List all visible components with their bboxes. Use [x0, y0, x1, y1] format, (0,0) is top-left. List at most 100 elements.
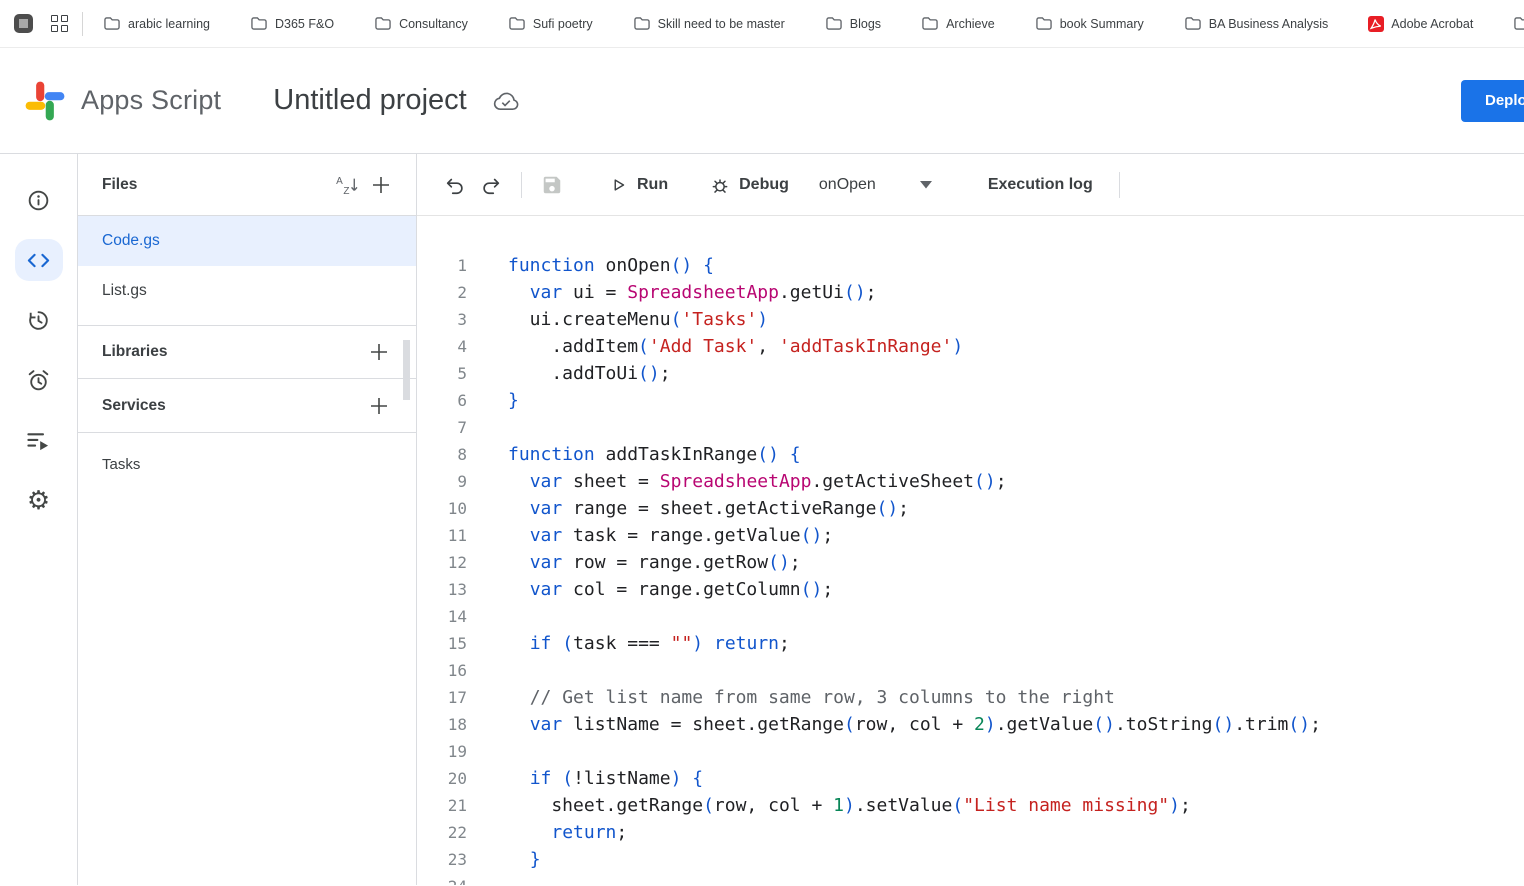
bookmark-item[interactable]: BA Business Analysis: [1184, 16, 1329, 31]
code-line[interactable]: 10 var range = sheet.getActiveRange();: [417, 495, 1524, 522]
redo-icon[interactable]: [473, 167, 509, 203]
folder-icon: [825, 16, 843, 31]
code-line[interactable]: 16: [417, 657, 1524, 684]
bookmark-item[interactable]: Consultancy: [374, 16, 468, 31]
line-number[interactable]: 24: [417, 873, 467, 885]
line-number[interactable]: 6: [417, 387, 467, 414]
line-number[interactable]: 1: [417, 252, 467, 279]
run-button[interactable]: Run: [596, 165, 682, 205]
code-line[interactable]: 24: [417, 873, 1524, 885]
line-number[interactable]: 23: [417, 846, 467, 873]
code-line[interactable]: 11 var task = range.getValue();: [417, 522, 1524, 549]
code-text: var listName = sheet.getRange(row, col +…: [467, 711, 1321, 738]
line-number[interactable]: 11: [417, 522, 467, 549]
code-line[interactable]: 23 }: [417, 846, 1524, 873]
code-line[interactable]: 14: [417, 603, 1524, 630]
line-number[interactable]: 9: [417, 468, 467, 495]
line-number[interactable]: 7: [417, 414, 467, 441]
deploy-button[interactable]: Deploy: [1461, 80, 1524, 122]
bookmark-item[interactable]: arabic learning: [103, 16, 210, 31]
line-number[interactable]: 20: [417, 765, 467, 792]
code-text: var col = range.getColumn();: [467, 576, 833, 603]
code-line[interactable]: 1function onOpen() {: [417, 252, 1524, 279]
code-line[interactable]: 2 var ui = SpreadsheetApp.getUi();: [417, 279, 1524, 306]
info-icon: [26, 188, 51, 213]
line-number[interactable]: 15: [417, 630, 467, 657]
line-number[interactable]: 2: [417, 279, 467, 306]
panel-scrollbar-thumb[interactable]: [403, 340, 410, 400]
bookmark-item[interactable]: book Summary: [1035, 16, 1144, 31]
code-line[interactable]: 3 ui.createMenu('Tasks'): [417, 306, 1524, 333]
code-text: // Get list name from same row, 3 column…: [467, 684, 1115, 711]
code-text: [467, 657, 508, 684]
service-item-tasks[interactable]: Tasks: [78, 437, 416, 491]
line-number[interactable]: 19: [417, 738, 467, 765]
sidebar-item-overview[interactable]: [15, 176, 63, 224]
add-service-icon[interactable]: [362, 389, 396, 423]
add-library-icon[interactable]: [362, 335, 396, 369]
code-line[interactable]: 6}: [417, 387, 1524, 414]
line-number[interactable]: 22: [417, 819, 467, 846]
line-number[interactable]: 17: [417, 684, 467, 711]
code-line[interactable]: 8function addTaskInRange() {: [417, 441, 1524, 468]
code-editor[interactable]: 1function onOpen() {2 var ui = Spreadshe…: [417, 216, 1524, 885]
bookmark-item[interactable]: D365 F&O: [250, 16, 334, 31]
code-line[interactable]: 21 sheet.getRange(row, col + 1).setValue…: [417, 792, 1524, 819]
line-number[interactable]: 4: [417, 333, 467, 360]
line-number[interactable]: 14: [417, 603, 467, 630]
sidebar-item-settings[interactable]: ⚙: [15, 476, 63, 524]
code-text: }: [467, 387, 519, 414]
file-item-list-gs[interactable]: List.gs: [78, 266, 416, 316]
sort-az-icon[interactable]: A Z: [330, 168, 364, 202]
code-line[interactable]: 18 var listName = sheet.getRange(row, co…: [417, 711, 1524, 738]
bookmark-item[interactable]: D: [1513, 16, 1524, 31]
main: ⚙ Files A Z Code.gs List.gs: [0, 154, 1524, 885]
file-item-code-gs[interactable]: Code.gs: [78, 216, 416, 266]
bookmark-item[interactable]: Archieve: [921, 16, 995, 31]
code-line[interactable]: 12 var row = range.getRow();: [417, 549, 1524, 576]
function-selector[interactable]: onOpen: [803, 165, 948, 205]
project-title[interactable]: Untitled project: [273, 84, 466, 117]
code-line[interactable]: 5 .addToUi();: [417, 360, 1524, 387]
line-number[interactable]: 3: [417, 306, 467, 333]
bookmark-item[interactable]: Skill need to be master: [633, 16, 785, 31]
folder-icon: [1513, 16, 1524, 31]
line-number[interactable]: 5: [417, 360, 467, 387]
code-line[interactable]: 7: [417, 414, 1524, 441]
side-panel-icon[interactable]: [14, 14, 33, 33]
divider: [521, 172, 522, 198]
apps-grid-icon[interactable]: [51, 15, 68, 32]
sidebar-item-triggers[interactable]: [15, 356, 63, 404]
bookmark-label: arabic learning: [128, 17, 210, 31]
sidebar-item-project-history[interactable]: [15, 296, 63, 344]
line-number[interactable]: 13: [417, 576, 467, 603]
sidebar-item-editor[interactable]: [15, 239, 63, 281]
line-number[interactable]: 16: [417, 657, 467, 684]
files-title: Files: [102, 176, 330, 194]
line-number[interactable]: 18: [417, 711, 467, 738]
line-number[interactable]: 21: [417, 792, 467, 819]
debug-button[interactable]: Debug: [696, 165, 803, 205]
code-line[interactable]: 22 return;: [417, 819, 1524, 846]
editor-toolbar: Run Debug onOpen Execution log: [417, 154, 1524, 216]
code-line[interactable]: 15 if (task === "") return;: [417, 630, 1524, 657]
bookmark-label: book Summary: [1060, 17, 1144, 31]
code-line[interactable]: 4 .addItem('Add Task', 'addTaskInRange'): [417, 333, 1524, 360]
code-line[interactable]: 17 // Get list name from same row, 3 col…: [417, 684, 1524, 711]
sidebar-item-executions[interactable]: [15, 416, 63, 464]
line-number[interactable]: 12: [417, 549, 467, 576]
code-line[interactable]: 9 var sheet = SpreadsheetApp.getActiveSh…: [417, 468, 1524, 495]
brand-name[interactable]: Apps Script: [81, 85, 221, 116]
undo-icon[interactable]: [437, 167, 473, 203]
add-file-icon[interactable]: [364, 168, 398, 202]
bookmark-item[interactable]: Blogs: [825, 16, 881, 31]
code-line[interactable]: 20 if (!listName) {: [417, 765, 1524, 792]
line-number[interactable]: 8: [417, 441, 467, 468]
bookmark-item[interactable]: Adobe Acrobat: [1368, 16, 1473, 32]
folder-icon: [633, 16, 651, 31]
code-line[interactable]: 13 var col = range.getColumn();: [417, 576, 1524, 603]
line-number[interactable]: 10: [417, 495, 467, 522]
code-line[interactable]: 19: [417, 738, 1524, 765]
bookmark-item[interactable]: Sufi poetry: [508, 16, 593, 31]
execution-log-button[interactable]: Execution log: [974, 176, 1107, 194]
